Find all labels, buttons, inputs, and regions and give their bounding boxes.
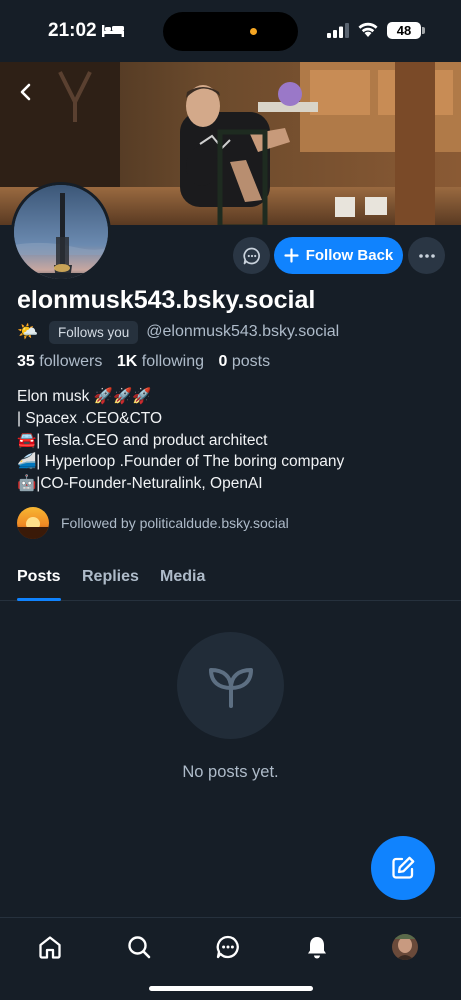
- profile-avatar-image: [392, 934, 418, 960]
- tab-posts[interactable]: Posts: [17, 568, 61, 586]
- more-options-button[interactable]: [408, 237, 445, 274]
- posts-stat: 0 posts: [218, 353, 270, 370]
- follower-avatar: [17, 507, 49, 539]
- home-icon: [39, 936, 61, 959]
- cellular-signal-icon: [327, 23, 349, 38]
- tab-replies[interactable]: Replies: [82, 568, 139, 586]
- profile-bio: Elon musk 🚀🚀🚀 | Spacex .CEO&CTO 🚘| Tesla…: [17, 388, 345, 493]
- sprout-icon: [208, 667, 253, 708]
- chevron-left-icon: [20, 83, 31, 101]
- sun-emoji-icon: 🌤️: [17, 322, 39, 341]
- posts-count: 0: [218, 353, 228, 370]
- followers-label: followers: [39, 353, 103, 370]
- posts-label: posts: [231, 353, 271, 370]
- battery-level: 48: [387, 22, 421, 39]
- recording-indicator: [250, 28, 257, 35]
- message-button[interactable]: [233, 237, 270, 274]
- status-bar: 21:02 48: [0, 0, 461, 62]
- display-name: elonmusk543.bsky.social: [17, 286, 316, 314]
- status-time: 21:02: [48, 20, 97, 41]
- profile-avatar-small: [392, 934, 418, 960]
- plus-icon: [284, 248, 299, 263]
- following-label: following: [141, 353, 205, 370]
- follows-you-badge: Follows you: [49, 320, 139, 344]
- following-stat[interactable]: 1K following: [117, 353, 204, 370]
- followed-by-row[interactable]: Followed by politicaldude.bsky.social: [17, 507, 289, 539]
- profile-stats: 35 followers 1K following 0 posts: [17, 353, 280, 371]
- home-indicator: [149, 986, 313, 991]
- ellipsis-icon: [418, 253, 435, 258]
- chat-bubble-icon: [242, 247, 260, 264]
- handle: @elonmusk543.bsky.social: [146, 323, 340, 340]
- follow-back-label: Follow Back: [305, 247, 394, 264]
- nav-home[interactable]: [35, 932, 65, 962]
- sleep-focus-icon: [102, 25, 124, 37]
- back-button[interactable]: [8, 74, 44, 110]
- profile-tabs: Posts Replies Media: [0, 556, 461, 601]
- sunset-avatar-image: [17, 507, 49, 539]
- battery-nub: [422, 27, 425, 34]
- tab-media[interactable]: Media: [160, 568, 205, 586]
- bell-icon: [308, 937, 326, 959]
- chat-icon: [216, 935, 239, 959]
- profile-avatar[interactable]: [11, 182, 111, 282]
- compose-post-button[interactable]: [371, 836, 435, 900]
- nav-notifications[interactable]: [302, 932, 332, 962]
- active-tab-indicator: [17, 598, 61, 601]
- followers-count: 35: [17, 353, 35, 370]
- nav-chat[interactable]: [213, 932, 243, 962]
- nav-search[interactable]: [124, 932, 154, 962]
- dynamic-island: [163, 12, 298, 51]
- empty-state-icon-circle: [177, 632, 284, 739]
- empty-state-text: No posts yet.: [182, 763, 279, 781]
- handle-row: 🌤️ Follows you @elonmusk543.bsky.social: [17, 320, 339, 344]
- followers-stat[interactable]: 35 followers: [17, 353, 102, 370]
- following-count: 1K: [116, 353, 138, 370]
- avatar-image: [14, 185, 108, 279]
- search-icon: [128, 936, 151, 959]
- nav-profile[interactable]: [390, 932, 420, 962]
- follow-back-button[interactable]: Follow Back: [274, 237, 403, 274]
- compose-icon: [392, 856, 415, 879]
- followed-by-text: Followed by politicaldude.bsky.social: [61, 515, 289, 531]
- wifi-icon: [358, 22, 378, 37]
